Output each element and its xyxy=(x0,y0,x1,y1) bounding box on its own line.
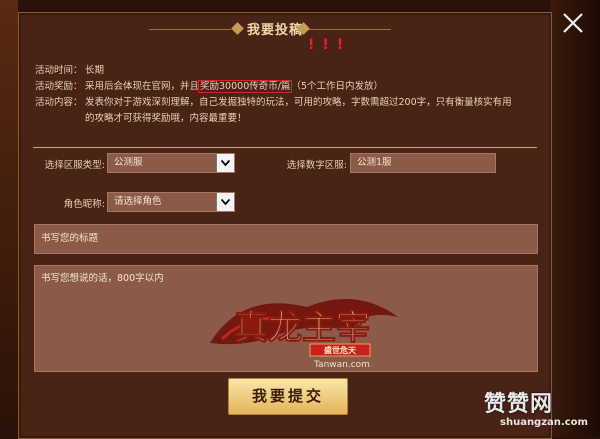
activity-reward-value: 采用后会体现在官网，并且奖励30000传奇币/篇（5个工作日内发放） xyxy=(85,79,535,95)
server-type-label: 选择区服类型: xyxy=(44,160,105,171)
server-number-select[interactable]: 公测1服 xyxy=(350,153,496,173)
activity-content-label: 活动内容： xyxy=(35,97,83,108)
dialog-title-bar: 我要投稿 xyxy=(19,13,551,45)
activity-time-value: 长期 xyxy=(85,65,105,76)
diamond-ornament-left-icon xyxy=(231,22,244,35)
title-input[interactable]: 书写您的标题 xyxy=(34,224,538,254)
watermark-url: shuangzan.com xyxy=(500,417,588,428)
game-logo: 真龙主宰 盛世危天 Tanwan.com xyxy=(210,299,398,370)
activity-reward-row: 活动奖励： 采用后会体现在官网，并且奖励30000传奇币/篇（5个工作日内发放） xyxy=(35,79,535,95)
watermark-name: 赞赞网 xyxy=(484,392,554,417)
chevron-down-icon[interactable] xyxy=(216,154,234,172)
activity-content-line1: 发表你对于游戏深刻理解，自己发掘独特的玩法，可用的攻略，字数需超过200字，只有… xyxy=(85,97,512,108)
server-type-select[interactable]: 公测服 xyxy=(107,153,235,173)
role-select[interactable]: 请选择角色 xyxy=(107,192,235,212)
annotation-exclamation-marks: !!! xyxy=(308,37,352,53)
submission-dialog: 我要投稿 !!! 活动时间： 长期 活动奖励： 采用后会体现在官网，并且奖励30… xyxy=(18,12,552,439)
dialog-title: 我要投稿 xyxy=(246,23,303,38)
background-right xyxy=(550,0,600,437)
watermark: 赞赞网 shuangzan.com xyxy=(484,386,594,436)
close-icon[interactable] xyxy=(560,10,586,36)
divider xyxy=(33,147,537,148)
activity-reward-label: 活动奖励： xyxy=(35,81,83,92)
chevron-down-icon[interactable] xyxy=(216,193,234,211)
role-value: 请选择角色 xyxy=(114,196,162,207)
reward-highlight: 奖励30000传奇币/篇 xyxy=(198,80,293,93)
title-line-right xyxy=(309,29,391,30)
logo-main-text: 真龙主宰 xyxy=(234,308,370,348)
submit-button[interactable]: 我要提交 xyxy=(228,378,348,415)
logo-tag-text: 盛世危天 xyxy=(324,345,357,355)
activity-content-row: 活动内容： 发表你对于游戏深刻理解，自己发掘独特的玩法，可用的攻略，字数需超过2… xyxy=(35,95,535,111)
activity-content-line2: 的攻略才可获得奖励哦，内容最重要！ xyxy=(85,113,247,124)
background-left xyxy=(0,0,18,437)
server-number-label: 选择数字区服: xyxy=(286,160,347,171)
logo-url-text: Tanwan.com xyxy=(313,360,370,370)
reward-suffix: （5个工作日内发放） xyxy=(291,81,383,92)
role-label: 角色昵称: xyxy=(63,199,105,210)
activity-info: 活动时间： 长期 活动奖励： 采用后会体现在官网，并且奖励30000传奇币/篇（… xyxy=(35,63,535,127)
activity-time-label: 活动时间： xyxy=(35,65,83,76)
server-number-value: 公测1服 xyxy=(357,157,392,168)
title-line-left xyxy=(149,29,231,30)
server-type-value: 公测服 xyxy=(114,157,143,168)
reward-prefix: 采用后会体现在官网，并且 xyxy=(85,81,200,92)
activity-time-row: 活动时间： 长期 xyxy=(35,63,535,79)
